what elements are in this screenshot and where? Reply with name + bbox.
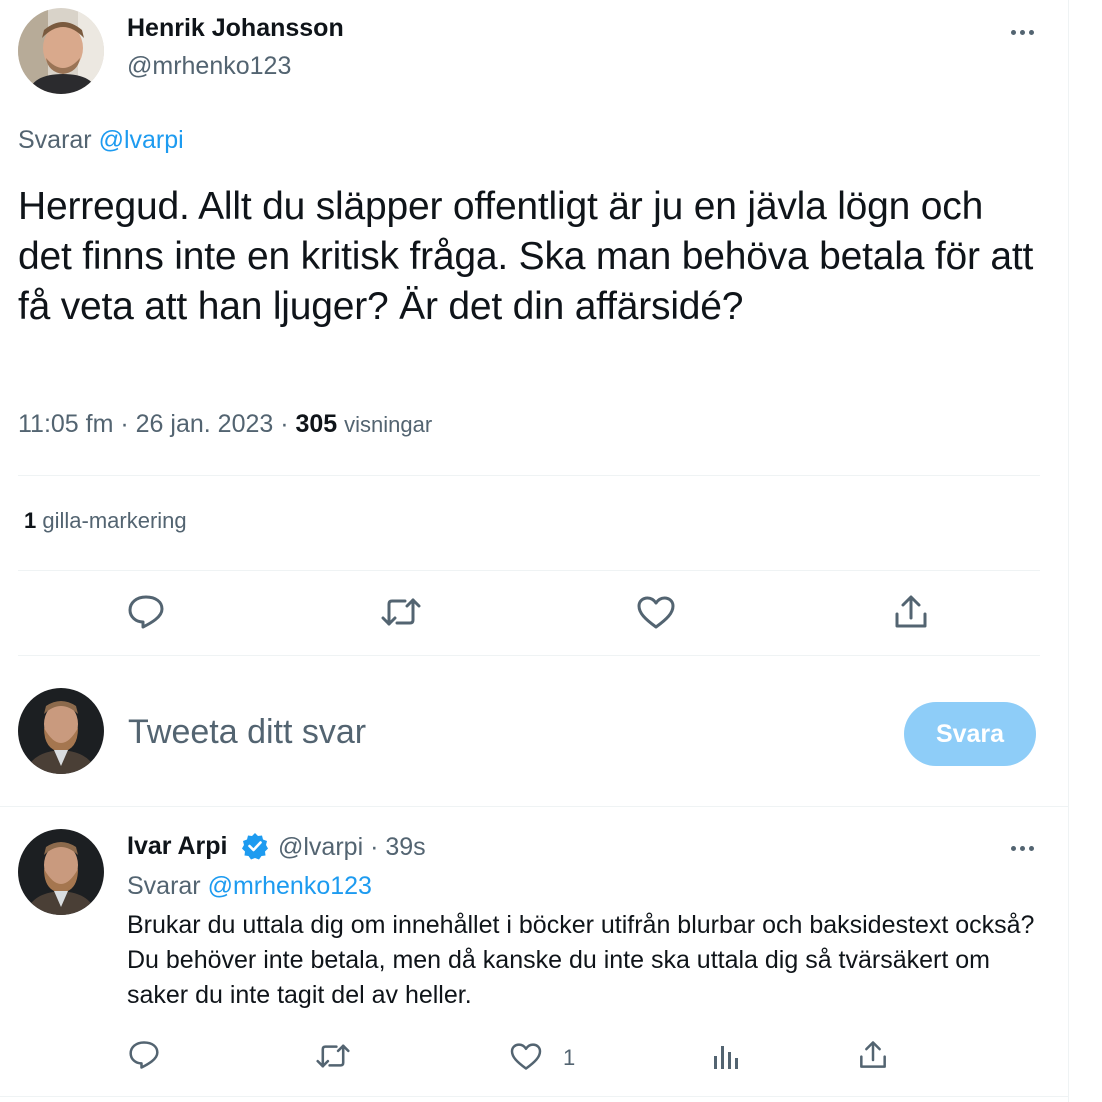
more-icon[interactable]	[1002, 836, 1042, 860]
like-button[interactable]	[510, 1043, 542, 1071]
like-icon	[637, 596, 675, 629]
likes-summary[interactable]: 1 gilla-markering	[24, 508, 187, 534]
share-button[interactable]	[858, 1040, 888, 1070]
compose-input[interactable]: Tweeta ditt svar	[128, 713, 366, 752]
user-avatar[interactable]	[18, 688, 104, 774]
like-button[interactable]	[637, 596, 675, 630]
views-icon	[714, 1046, 738, 1069]
reply-author-name[interactable]: Ivar Arpi	[127, 832, 228, 861]
retweet-icon	[381, 598, 421, 626]
divider	[18, 655, 1040, 656]
share-icon	[895, 595, 927, 628]
share-button[interactable]	[893, 594, 929, 630]
reply-context: Svarar @lvarpi	[18, 126, 184, 155]
views-button[interactable]	[712, 1042, 740, 1070]
more-icon[interactable]	[1002, 20, 1042, 44]
reply-author-avatar[interactable]	[18, 829, 104, 915]
verified-icon	[242, 833, 268, 860]
column-border	[1068, 0, 1069, 1102]
divider	[0, 806, 1068, 807]
reply-author-handle[interactable]: @lvarpi	[278, 833, 363, 861]
reply-time[interactable]: 39s	[385, 833, 425, 861]
reply-to-link[interactable]: @lvarpi	[99, 126, 184, 154]
reply-to-link[interactable]: @mrhenko123	[208, 872, 372, 900]
reply-button[interactable]	[128, 1040, 160, 1070]
retweet-icon	[316, 1044, 350, 1068]
tweet-text: Herregud. Allt du släpper offentligt är …	[18, 185, 1034, 328]
share-icon	[860, 1041, 886, 1068]
like-icon	[510, 1043, 542, 1070]
reply-icon	[128, 595, 164, 629]
divider	[18, 475, 1040, 476]
divider	[0, 1096, 1068, 1097]
reply-button[interactable]	[127, 594, 165, 630]
reply-prefix: Svarar	[18, 126, 92, 154]
tweet-page: Henrik Johansson @mrhenko123 Svarar @lva…	[0, 0, 1068, 1102]
author-name[interactable]: Henrik Johansson	[127, 14, 344, 43]
retweet-button[interactable]	[381, 596, 421, 628]
reply-text: Brukar du uttala dig om innehållet i böc…	[127, 911, 1035, 1009]
likes-label: gilla-markering	[42, 508, 187, 533]
likes-count: 1	[24, 508, 37, 533]
author-handle[interactable]: @mrhenko123	[127, 52, 291, 81]
reply-likes-count: 1	[563, 1045, 576, 1070]
views-label: visningar	[344, 412, 433, 437]
author-avatar[interactable]	[18, 8, 104, 94]
views-count: 305	[295, 410, 338, 438]
tweet-date[interactable]: 26 jan. 2023	[136, 410, 274, 438]
tweet-meta: 11:05 fm · 26 jan. 2023 · 305 visningar	[18, 410, 433, 438]
reply-icon	[129, 1041, 159, 1069]
tweet-time[interactable]: 11:05 fm	[18, 410, 113, 438]
reply-submit-button[interactable]: Svara	[904, 702, 1036, 766]
reply-author-meta: @lvarpi · 39s	[278, 833, 426, 861]
divider	[18, 570, 1040, 571]
retweet-button[interactable]	[316, 1042, 350, 1070]
reply-prefix: Svarar	[127, 872, 201, 900]
reply-context: Svarar @mrhenko123	[127, 872, 372, 901]
